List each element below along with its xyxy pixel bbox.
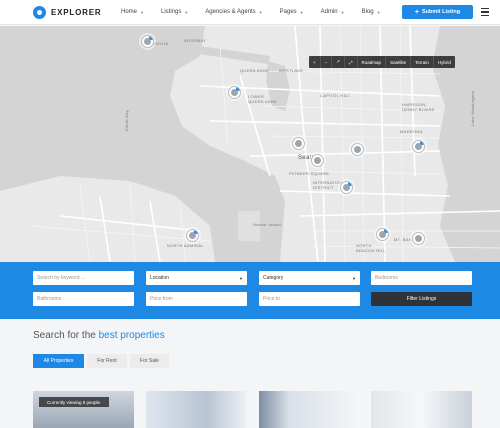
map-label-lower-queen-anne: LOWER QUEEN ANNE [248, 94, 278, 104]
marker-pioneer[interactable] [311, 154, 324, 167]
main-nav: Home ▼ Listings ▼ Agencies & Agents ▼ Pages… [121, 9, 398, 15]
price-from-input[interactable]: Price from [146, 292, 247, 306]
map-label-harrison: HARRISON- DENNY-BLAINE [402, 102, 435, 112]
submit-listing-button[interactable]: + Submit Listing [402, 5, 473, 19]
map-label-queen-anne: QUEEN ANNE [240, 68, 270, 73]
satellite-button[interactable]: Satellite [386, 56, 412, 68]
map-label-pioneer-square: PIONEER SQUARE [289, 171, 330, 176]
marker-capitol-hill[interactable] [351, 143, 364, 156]
property-card-3[interactable] [259, 391, 360, 428]
map-label-harbor-island: Harbor Island [253, 222, 281, 227]
marker-magnolia[interactable] [141, 35, 154, 48]
map-label-westlake: WESTLAKE [279, 68, 304, 73]
section-title: Search for the best properties [33, 330, 165, 341]
plus-icon: + [414, 8, 419, 16]
tab-for-sale[interactable]: For Sale [130, 354, 169, 368]
viewing-badge: Currently viewing 8 people. [39, 397, 110, 407]
bedrooms-input[interactable]: Bedrooms [371, 271, 472, 285]
chevron-down-icon: ▼ [376, 9, 381, 15]
marker-mt-baker[interactable] [412, 232, 425, 245]
location-select[interactable]: Location ▼ [146, 271, 247, 285]
zoom-in-button[interactable]: + [309, 56, 321, 68]
bathrooms-input[interactable]: Bathrooms [33, 292, 134, 306]
map-label-madrona: MADRONA [400, 129, 423, 134]
chevron-down-icon: ▼ [340, 9, 345, 15]
map-label-elliott-bay: Elliott Bay [124, 109, 129, 131]
hybrid-button[interactable]: Hybrid [434, 56, 455, 68]
map[interactable]: MAGNOLIA INTERBAY QUEEN ANNE WESTLAKE LO… [0, 26, 500, 262]
map-label-lake-washington: Lake Washington [470, 90, 475, 126]
property-card-1[interactable]: Currently viewing 8 people. [33, 391, 134, 428]
map-toolbar: + – ↗ ⤢ Roadmap Satellite Terrain Hybrid [309, 56, 455, 68]
property-card-4[interactable] [371, 391, 472, 428]
marker-madrona[interactable] [412, 140, 425, 153]
chevron-down-icon: ▼ [140, 9, 144, 15]
page: EXPLORER Home ▼ Listings ▼ Agencies & Agen… [0, 0, 500, 428]
hamburger-icon[interactable] [481, 8, 489, 16]
category-select[interactable]: Category ▼ [259, 271, 360, 285]
tab-for-rent[interactable]: For Rent [87, 354, 127, 368]
nav-item-home[interactable]: Home ▼ [121, 9, 144, 15]
chevron-down-icon: ▼ [239, 275, 243, 281]
tab-all-properties[interactable]: All Properties [33, 354, 84, 368]
filter-listings-button[interactable]: Filter Listings [371, 292, 472, 306]
map-label-north-admiral: NORTH ADMIRAL [167, 243, 204, 248]
marker-lower-queen-anne[interactable] [228, 86, 241, 99]
nav-item-listings[interactable]: Listings ▼ [161, 9, 188, 15]
top-header: EXPLORER Home ▼ Listings ▼ Agencies & Agen… [0, 0, 500, 25]
nav-item-pages[interactable]: Pages ▼ [280, 9, 304, 15]
property-cards: Currently viewing 8 people. [33, 391, 473, 428]
marker-admiral[interactable] [186, 229, 199, 242]
map-label-north-beacon-hill: NORTH BEACON HILL [356, 243, 386, 253]
chevron-down-icon: ▼ [258, 9, 263, 15]
map-label-capitol-hill: CAPITOL HILL [320, 93, 351, 98]
marker-downtown-a[interactable] [292, 137, 305, 150]
zoom-out-button[interactable]: – [321, 56, 333, 68]
chevron-down-icon: ▼ [184, 9, 189, 15]
nav-item-blog[interactable]: Blog ▼ [362, 9, 381, 15]
roadmap-button[interactable]: Roadmap [358, 56, 387, 68]
nav-item-admin[interactable]: Admin ▼ [321, 9, 345, 15]
chevron-down-icon: ▼ [299, 9, 304, 15]
logo-text: EXPLORER [51, 7, 102, 17]
price-to-input[interactable]: Price to [259, 292, 360, 306]
fullscreen-icon[interactable]: ⤢ [345, 56, 358, 68]
marker-beacon-hill[interactable] [376, 228, 389, 241]
terrain-button[interactable]: Terrain [411, 56, 434, 68]
map-label-interbay: INTERBAY [184, 38, 207, 43]
property-tabs: All Properties For Rent For Sale [33, 354, 172, 368]
chevron-down-icon: ▼ [352, 275, 356, 281]
logo[interactable]: EXPLORER [33, 5, 113, 19]
keyword-input[interactable]: Search by keyword ... [33, 271, 134, 285]
marker-intl-district[interactable] [340, 181, 353, 194]
rotate-icon[interactable]: ↗ [332, 56, 345, 68]
logo-pin-icon [33, 5, 46, 19]
property-card-2[interactable] [146, 391, 247, 428]
nav-item-agencies[interactable]: Agencies & Agents ▼ [205, 9, 262, 15]
